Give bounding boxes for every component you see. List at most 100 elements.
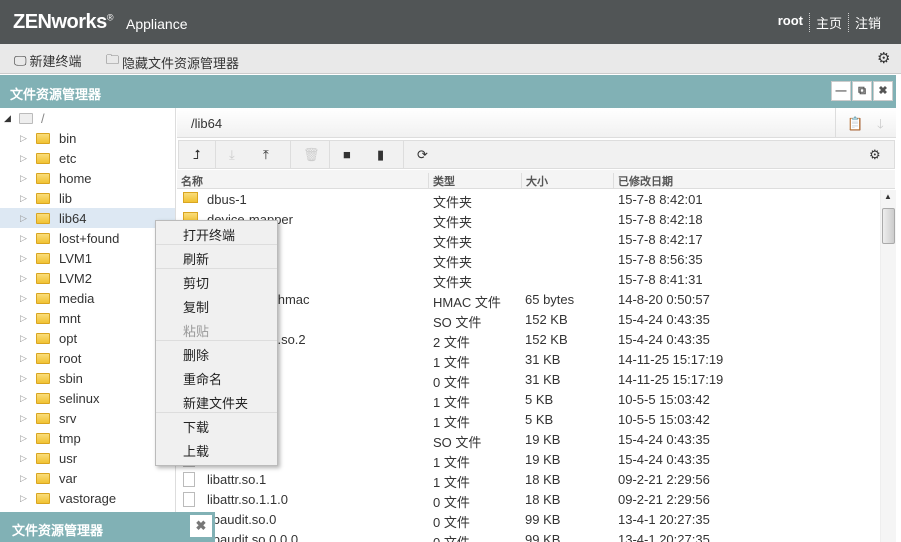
col-size[interactable]: 大小 — [521, 173, 548, 188]
tree-item[interactable]: ▷ bin — [0, 128, 175, 148]
table-row[interactable]: libaudit.so.0 0 文件 99 KB 13-4-1 20:27:35 — [177, 510, 880, 530]
table-row[interactable]: device-mapper文件夹15-7-8 8:42:18 — [177, 210, 880, 230]
trash-icon[interactable]: 🗑 — [303, 147, 320, 163]
expand-icon[interactable]: ▷ — [20, 293, 27, 304]
expand-icon[interactable]: ▷ — [20, 433, 27, 444]
tree-item[interactable]: ▷ mnt — [0, 308, 175, 328]
expand-icon[interactable]: ▷ — [20, 353, 27, 364]
expand-icon[interactable]: ▷ — [20, 233, 27, 244]
menu-item[interactable]: 刷新 — [156, 245, 277, 269]
expand-icon[interactable]: ▷ — [20, 373, 27, 384]
table-row[interactable]: .11.hmac HMAC 文件 65 bytes 14-8-20 0:50:57 — [177, 290, 880, 310]
expand-icon[interactable]: ▷ — [20, 493, 27, 504]
tree-root[interactable]: ◢ / — [0, 108, 175, 128]
tree-item[interactable]: ▷ var — [0, 468, 175, 488]
table-row[interactable]: 1 文件 31 KB 14-11-25 15:17:19 — [177, 350, 880, 370]
expand-icon[interactable]: ▷ — [20, 393, 27, 404]
table-row[interactable]: dbus-1 文件夹 15-7-8 8:42:01 — [177, 190, 880, 210]
menu-item[interactable]: 新建文件夹 — [156, 389, 277, 413]
tree-item[interactable]: ▷ home — [0, 168, 175, 188]
file-type: 文件夹 — [433, 195, 473, 210]
tree-item[interactable]: ▷ lib64 — [0, 208, 175, 228]
home-link[interactable]: 主页 — [808, 13, 848, 32]
menu-item[interactable]: 重命名 — [156, 365, 277, 389]
close-icon[interactable]: ✖ — [190, 515, 212, 537]
docked-explorer-bar[interactable]: 文件资源管理器 ✖ — [0, 512, 215, 542]
table-row[interactable]: libattr.so.1.1.0 0 文件 18 KB 09-2-21 2:29:56 — [177, 490, 880, 510]
table-row[interactable]: 64.so.2 2 文件 152 KB 15-4-24 0:43:35 — [177, 330, 880, 350]
file-name: libaudit.so.0.0.0 — [207, 532, 299, 542]
col-type[interactable]: 类型 — [428, 173, 455, 188]
expand-icon[interactable]: ▷ — [20, 253, 27, 264]
menu-item[interactable]: 粘贴 — [156, 317, 277, 341]
tree-item[interactable]: ▷ vastorage — [0, 488, 175, 508]
tree-item[interactable]: ▷ media — [0, 288, 175, 308]
tree-item[interactable]: ▷ lib — [0, 188, 175, 208]
table-row[interactable]: libaudit.so.0.0.0 0 文件 99 KB 13-4-1 20:27:3… — [177, 530, 880, 542]
file-type: 文件夹 — [433, 255, 473, 270]
upload-icon[interactable]: ⤒ — [263, 147, 269, 163]
up-level-icon[interactable]: ⮥ — [193, 147, 201, 163]
tree-item[interactable]: ▷ LVM2 — [0, 268, 175, 288]
tree-item[interactable]: ▷ root — [0, 348, 175, 368]
menu-item[interactable]: 复制 — [156, 293, 277, 317]
gear-icon[interactable]: ⚙ — [877, 49, 890, 67]
expand-icon[interactable]: ▷ — [20, 333, 27, 344]
restore-button[interactable]: ⧉ — [852, 81, 872, 101]
logout-link[interactable]: 注销 — [847, 13, 887, 32]
table-row[interactable]: 文件夹 15-7-8 8:42:17 — [177, 230, 880, 250]
tree-item[interactable]: ▷ LVM1 — [0, 248, 175, 268]
expand-icon[interactable]: ▷ — [20, 193, 27, 204]
tree-item[interactable]: ▷ lost+found — [0, 228, 175, 248]
new-terminal-button[interactable]: 🖵 新建终端 — [14, 51, 82, 70]
col-name[interactable]: 名称 — [177, 173, 203, 188]
user-name[interactable]: root — [772, 13, 809, 32]
expand-icon[interactable]: ▷ — [20, 453, 27, 464]
table-row[interactable]: libattr.so.1 1 文件 18 KB 09-2-21 2:29:56 — [177, 470, 880, 490]
tree-item[interactable]: ▷ etc — [0, 148, 175, 168]
tree-item[interactable]: ▷ tmp — [0, 428, 175, 448]
minimize-button[interactable]: — — [831, 81, 851, 101]
expand-icon[interactable]: ▷ — [20, 173, 27, 184]
table-row[interactable]: 文件夹 15-7-8 8:41:31 — [177, 270, 880, 290]
menu-item[interactable]: 删除 — [156, 341, 277, 365]
table-row[interactable]: 1 文件 5 KB 10-5-5 15:03:42 — [177, 390, 880, 410]
new-folder-icon[interactable]: ■ — [343, 147, 351, 162]
gear-icon[interactable]: ⚙ — [869, 147, 881, 163]
tree-item[interactable]: ▷ usr — [0, 448, 175, 468]
table-row[interactable]: 文件夹 15-7-8 8:56:35 — [177, 250, 880, 270]
expand-icon[interactable]: ▷ — [20, 153, 27, 164]
expand-icon[interactable]: ▷ — [20, 413, 27, 424]
file-list: dbus-1文件夹15-7-8 8:42:01device-mapper文件夹1… — [177, 190, 880, 542]
close-button[interactable]: ✖ — [873, 81, 893, 101]
new-file-icon[interactable]: ▮ — [377, 147, 384, 163]
tree-item[interactable]: ▷ selinux — [0, 388, 175, 408]
menu-item[interactable]: 剪切 — [156, 269, 277, 293]
table-row[interactable]: SO 文件 152 KB 15-4-24 0:43:35 — [177, 310, 880, 330]
paste-icon[interactable]: 📋 — [847, 116, 863, 132]
refresh-icon[interactable]: ⟳ — [417, 147, 428, 163]
table-row[interactable]: .soSO 文件19 KB15-4-24 0:43:35 — [177, 430, 880, 450]
folder-icon — [36, 412, 50, 424]
tree-item[interactable]: ▷ srv — [0, 408, 175, 428]
menu-item[interactable]: 打开终端 — [156, 221, 277, 245]
tree-item[interactable]: ▷ opt — [0, 328, 175, 348]
tree-item[interactable]: ▷ sbin — [0, 368, 175, 388]
scrollbar[interactable]: ▲ — [880, 190, 896, 542]
menu-item[interactable]: 下载 — [156, 413, 277, 437]
column-header: 名称 类型 大小 已修改日期 — [177, 170, 895, 189]
col-modified[interactable]: 已修改日期 — [613, 173, 673, 188]
table-row[interactable]: .00 文件31 KB14-11-25 15:17:19 — [177, 370, 880, 390]
expand-icon[interactable]: ▷ — [20, 273, 27, 284]
download-arrow-icon[interactable]: 🡓 — [877, 115, 884, 137]
table-row[interactable]: 1 文件 19 KB 15-4-24 0:43:35 — [177, 450, 880, 470]
expand-icon[interactable]: ▷ — [20, 133, 27, 144]
hide-explorer-button[interactable]: 🗀 隐藏文件资源管理器 — [106, 51, 239, 73]
collapse-icon[interactable]: ◢ — [4, 113, 11, 124]
menu-item[interactable]: 上载 — [156, 437, 277, 461]
download-icon[interactable]: ⤓ — [229, 147, 235, 163]
expand-icon[interactable]: ▷ — [20, 213, 27, 224]
table-row[interactable]: .11 文件5 KB10-5-5 15:03:42 — [177, 410, 880, 430]
expand-icon[interactable]: ▷ — [20, 473, 27, 484]
expand-icon[interactable]: ▷ — [20, 313, 27, 324]
